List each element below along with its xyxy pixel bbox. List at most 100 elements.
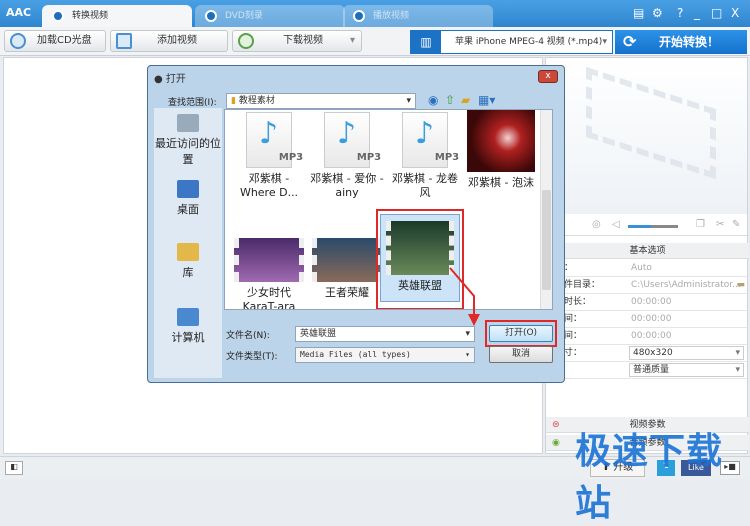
video-thumbnail [467,110,535,172]
tab-label: 播放视频 [373,11,410,21]
place-label: 库 [182,266,194,279]
computer-icon [177,308,199,326]
toolbar: 加载CD光盘 添加视频 下载视频 ▾ ▥ 苹果 iPhone MPEG-4 视频 … [0,27,750,56]
option-value: 00:00:00 [631,297,672,307]
option-value[interactable]: 00:00:00 [631,311,671,328]
quality-select[interactable]: 普通质量 ▾ [629,363,744,377]
mp3-file-icon: ♪ MP3 [402,112,459,168]
look-in-select[interactable]: ▮ 教程素材 ▾ [226,93,416,109]
chevron-down-icon: ▾ [465,350,470,359]
right-panel: ◎ ◁ ❐ ✂ ✎ 基本选项 件名：Auto 出文件目录：C:\Users\Ad… [545,57,749,454]
chevron-down-icon: ▾ [349,35,355,46]
filetype-label: 文件类型(T): [226,352,278,362]
tab-convert-video[interactable]: 转换视频 [42,5,192,27]
option-value[interactable]: C:\Users\Administrator... [631,277,741,294]
app-icon: ● [154,74,166,85]
phone-icon: ▥ [411,31,441,53]
video-thumbnail [234,238,304,282]
highlight-box [485,320,557,347]
film-icon [116,33,132,49]
file-view: ♪ MP3 邓紫棋 - Where D... ♪ MP3 邓紫棋 - 爱你 - ainy… [224,109,553,310]
minimize-button[interactable]: _ [694,6,700,20]
view-menu-icon[interactable]: ▦▾ [478,93,495,107]
file-name: 邓紫棋 - 泡沫 [468,176,534,189]
file-name: 少女时代 KaraT-ara [242,286,296,310]
tab-label: 转换视频 [72,11,109,21]
select-value: 480x320 [633,348,673,358]
download-video-button[interactable]: 下载视频 ▾ [232,30,362,52]
add-video-button[interactable]: 添加视频 [110,30,228,52]
back-icon[interactable]: ◉ [428,93,438,107]
copy-icon[interactable]: ❐ [696,219,705,230]
output-profile-select[interactable]: ▥ 苹果 iPhone MPEG-4 视频 (*.mp4) ▾ [410,30,613,54]
places-bar: 最近访问的位置 桌面 库 计算机 [154,108,222,378]
new-folder-icon[interactable]: ▰ [461,93,470,107]
dialog-title: ● 打开 [154,70,186,85]
panel-toggle-icon[interactable]: ◧ [5,461,23,475]
audio-params-icon: ◉ [552,438,560,448]
button-label: 开始转换！ [659,35,720,49]
help-button[interactable]: ? [677,6,683,20]
chevron-down-icon: ▾ [735,365,740,375]
title-bar: AAC 转换视频 DVD刻录 播放视频 ▤ ⚙ ? _ □ X [0,0,750,27]
place-libraries[interactable]: 库 [154,243,222,280]
title-text: 打开 [165,74,186,85]
filename-input[interactable]: 英雄联盟 ▾ [295,326,475,342]
load-cd-button[interactable]: 加载CD光盘 [4,30,106,52]
volume-icon[interactable]: ◁ [612,219,620,230]
option-row-start-time: 始时间：00:00:00 [546,311,749,328]
tab-play-video[interactable]: 播放视频 [343,5,493,27]
file-name: 邓紫棋 - 龙卷风 [392,172,458,199]
filetype-select[interactable]: Media Files (all types) ▾ [295,347,475,363]
option-value[interactable]: Auto [631,260,652,277]
register-icon[interactable]: ▤ [633,6,644,20]
open-file-dialog: ● 打开 x 查找范围(I): ▮ 教程素材 ▾ ◉ ⇧ ▰ ▦▾ 最近访问的位置… [147,65,565,383]
video-size-select[interactable]: 480x320 ▾ [629,346,744,360]
maximize-button[interactable]: □ [711,6,722,20]
file-item[interactable]: ♪ MP3 邓紫棋 - Where D... [231,112,307,200]
file-item[interactable]: ♪ MP3 邓紫棋 - 龙卷风 [387,112,463,200]
select-value: 教程素材 [238,96,275,106]
film-strip-graphic [586,66,716,180]
start-convert-button[interactable]: ⟳ 开始转换！ [615,30,747,54]
option-value[interactable]: 00:00:00 [631,328,671,345]
place-label: 最近访问的位置 [155,137,221,166]
folder-icon[interactable]: ▬ [736,277,745,294]
scissors-icon[interactable]: ✂ [716,219,724,230]
cancel-button[interactable]: 取消 [489,346,553,363]
place-label: 桌面 [177,203,199,216]
select-value: Media Files (all types) [300,350,411,359]
close-button[interactable]: X [731,6,739,20]
tab-dvd-burn[interactable]: DVD刻录 [195,5,345,27]
option-row-duration: 频总时长： 00:00:00 [546,294,749,311]
volume-slider[interactable] [628,225,678,228]
file-item[interactable]: 少女时代 KaraT-ara [231,238,307,310]
vertical-scrollbar[interactable] [540,110,552,309]
dvd-icon [205,10,217,22]
dialog-close-button[interactable]: x [538,70,558,83]
look-in-label: 查找范围(I): [168,98,217,108]
place-label: 计算机 [171,331,205,344]
video-thumbnail [312,238,382,282]
file-item[interactable]: 邓紫棋 - 泡沫 [463,110,539,190]
place-computer[interactable]: 计算机 [154,308,222,345]
gear-icon[interactable]: ⚙ [652,6,663,20]
file-item[interactable]: ♪ MP3 邓紫棋 - 爱你 - ainy [309,112,385,200]
chevron-down-icon: ▾ [465,329,470,339]
scrollbar-thumb[interactable] [542,190,551,290]
basic-options-header[interactable]: 基本选项 [546,243,749,259]
file-item[interactable]: 王者荣耀 [309,238,385,300]
wrench-icon[interactable]: ✎ [732,219,740,230]
place-recent[interactable]: 最近访问的位置 [154,114,222,167]
preview-area [546,58,747,214]
camera-icon[interactable]: ◎ [592,219,601,230]
place-desktop[interactable]: 桌面 [154,180,222,217]
watermark-text: 极速下载站 [575,431,724,524]
option-row-video-size: 频尺寸：480x320▾ [546,345,749,362]
red-arrow [449,267,480,326]
up-folder-icon[interactable]: ⇧ [445,93,455,107]
file-name: 邓紫棋 - Where D... [239,172,299,199]
refresh-icon: ⟳ [623,32,637,51]
option-row-filename: 件名：Auto [546,260,749,277]
app-logo: AAC [6,6,32,19]
